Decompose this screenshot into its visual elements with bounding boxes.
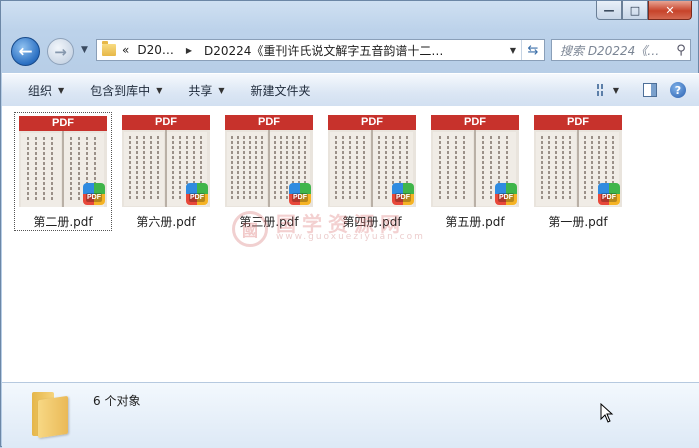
share-menu[interactable]: 共享 ▼ (188, 82, 224, 99)
help-icon: ? (670, 82, 686, 98)
chevron-down-icon: ▼ (58, 85, 65, 95)
pdf-thumbnail: PDF PDF (431, 115, 519, 207)
breadcrumb-current[interactable]: D20224《重刊许氏说文解字五音韵谱十二… (204, 42, 443, 59)
breadcrumb-parent[interactable]: D20… (137, 43, 174, 57)
chevron-down-icon: ▼ (156, 85, 163, 95)
command-bar: 组织 ▼ 包含到库中 ▼ 共享 ▼ 新建文件夹 ▼ ? (2, 73, 699, 107)
caption-buttons: — □ ✕ (596, 1, 692, 20)
pdf-label: PDF (19, 116, 107, 131)
preview-pane-button[interactable] (639, 80, 661, 100)
pdf-thumbnail: PDF PDF (122, 115, 210, 207)
watermark-url: www.guoxueziyuan.com (276, 232, 425, 242)
search-input[interactable]: 搜索 D20224《… ⚲ (551, 39, 691, 61)
chevron-down-icon: ▼ (218, 85, 225, 95)
pdf-app-icon: PDF (289, 183, 311, 205)
minimize-button[interactable]: — (596, 1, 622, 20)
address-dropdown-icon[interactable]: ▼ (505, 46, 521, 55)
explorer-window: — □ ✕ ← → ▼ « D20… ▶ D20224《重刊许氏说文解字五音韵谱… (0, 0, 699, 448)
details-pane: 6 个对象 (2, 382, 699, 448)
item-count: 6 个对象 (93, 394, 141, 408)
preview-pane-icon (643, 83, 657, 97)
include-in-library-label: 包含到库中 (90, 83, 151, 98)
file-name: 第五册.pdf (445, 215, 505, 229)
pdf-label: PDF (122, 115, 210, 130)
pdf-label: PDF (534, 115, 622, 130)
share-label: 共享 (188, 83, 213, 98)
refresh-icon[interactable]: ⇆ (521, 40, 544, 60)
pdf-app-icon: PDF (83, 183, 105, 205)
help-button[interactable]: ? (667, 80, 689, 100)
pdf-app-icon: PDF (392, 183, 414, 205)
mouse-pointer-icon (600, 403, 614, 423)
pdf-label: PDF (225, 115, 313, 130)
back-button[interactable]: ← (11, 37, 40, 66)
file-item[interactable]: PDF PDF 第六册.pdf (117, 112, 215, 231)
new-folder-label: 新建文件夹 (250, 83, 311, 98)
file-name: 第六册.pdf (136, 215, 196, 229)
pdf-app-icon: PDF (495, 183, 517, 205)
breadcrumb-overflow[interactable]: « (122, 43, 129, 57)
file-item[interactable]: PDF PDF 第五册.pdf (426, 112, 524, 231)
file-name: 第一册.pdf (548, 215, 608, 229)
search-icon: ⚲ (676, 42, 686, 58)
file-item[interactable]: PDF PDF 第一册.pdf (529, 112, 627, 231)
view-icon (597, 84, 603, 96)
address-bar[interactable]: « D20… ▶ D20224《重刊许氏说文解字五音韵谱十二… ▼ ⇆ (96, 39, 545, 61)
file-item[interactable]: PDF PDF 第四册.pdf (323, 112, 421, 231)
pdf-thumbnail: PDF PDF (225, 115, 313, 207)
pdf-thumbnail: PDF PDF (534, 115, 622, 207)
file-item[interactable]: PDF PDF 第二册.pdf (14, 112, 112, 231)
organize-menu[interactable]: 组织 ▼ (28, 82, 64, 99)
chevron-down-icon[interactable]: ▼ (613, 86, 619, 95)
file-list[interactable]: PDF PDF 第二册.pdf PDF PDF 第六册.pdf PDF PDF … (2, 106, 699, 382)
search-placeholder: 搜索 D20224《… (560, 43, 660, 58)
chevron-right-icon[interactable]: ▶ (186, 46, 192, 55)
maximize-button[interactable]: □ (622, 1, 648, 20)
new-folder-button[interactable]: 新建文件夹 (251, 82, 311, 99)
change-view-button[interactable]: ▼ (597, 80, 619, 100)
arrow-right-icon: → (54, 42, 67, 61)
arrow-left-icon: ← (18, 41, 33, 62)
file-name: 第三册.pdf (239, 215, 299, 229)
pdf-app-icon: PDF (598, 183, 620, 205)
pdf-label: PDF (328, 115, 416, 130)
folder-icon (32, 388, 74, 439)
file-name: 第四册.pdf (342, 215, 402, 229)
close-button[interactable]: ✕ (648, 1, 692, 20)
pdf-label: PDF (431, 115, 519, 130)
pdf-thumbnail: PDF PDF (19, 116, 107, 207)
pdf-thumbnail: PDF PDF (328, 115, 416, 207)
folder-icon (102, 41, 116, 56)
include-in-library-menu[interactable]: 包含到库中 ▼ (90, 82, 162, 99)
forward-button[interactable]: → (47, 38, 74, 65)
history-dropdown-icon[interactable]: ▼ (81, 45, 88, 55)
file-name: 第二册.pdf (33, 215, 93, 229)
organize-label: 组织 (28, 83, 53, 98)
pdf-app-icon: PDF (186, 183, 208, 205)
file-item[interactable]: PDF PDF 第三册.pdf (220, 112, 318, 231)
navigation-row: ← → ▼ « D20… ▶ D20224《重刊许氏说文解字五音韵谱十二… ▼ … (1, 35, 698, 67)
